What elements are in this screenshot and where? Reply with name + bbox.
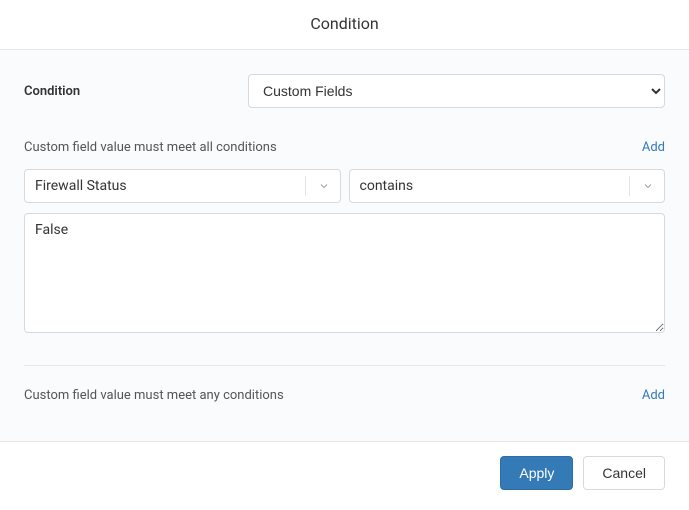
custom-field-select[interactable]: Firewall Status [24, 169, 341, 203]
apply-button[interactable]: Apply [500, 456, 573, 490]
any-conditions-header: Custom field value must meet any conditi… [24, 388, 665, 403]
condition-label: Condition [24, 84, 248, 99]
condition-value-textarea[interactable] [24, 213, 665, 333]
operator-select-value: contains [360, 178, 414, 194]
add-all-condition-link[interactable]: Add [642, 140, 665, 155]
cancel-button[interactable]: Cancel [583, 456, 665, 490]
dialog-footer: Apply Cancel [0, 441, 689, 504]
condition-builder-row: Firewall Status contains [24, 169, 665, 203]
chevron-down-icon [318, 180, 330, 192]
condition-row: Condition Custom Fields [24, 74, 665, 108]
operator-select[interactable]: contains [349, 169, 666, 203]
condition-select[interactable]: Custom Fields [248, 74, 665, 108]
all-conditions-header: Custom field value must meet all conditi… [24, 140, 665, 155]
all-conditions-label: Custom field value must meet all conditi… [24, 140, 277, 155]
add-any-condition-link[interactable]: Add [642, 388, 665, 403]
chevron-down-icon [642, 180, 654, 192]
any-conditions-label: Custom field value must meet any conditi… [24, 388, 284, 403]
select-divider [629, 176, 630, 196]
select-divider [305, 176, 306, 196]
dialog-title: Condition [0, 0, 689, 50]
section-divider [24, 365, 665, 366]
dialog-body: Condition Custom Fields Custom field val… [0, 50, 689, 441]
custom-field-select-value: Firewall Status [35, 178, 127, 194]
